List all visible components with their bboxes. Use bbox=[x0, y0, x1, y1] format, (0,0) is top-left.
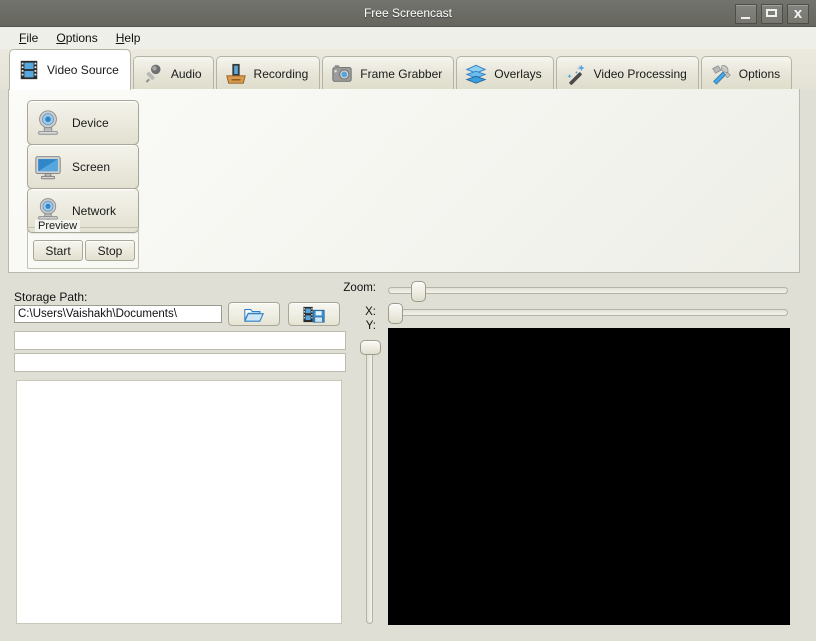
save-video-icon bbox=[303, 306, 325, 323]
tab-label: Options bbox=[738, 66, 781, 81]
storage-path-label: Storage Path: bbox=[14, 290, 88, 304]
close-icon: X bbox=[793, 7, 803, 21]
tab-label: Frame Grabber bbox=[360, 66, 443, 81]
hammer-wrench-icon bbox=[712, 64, 731, 85]
x-slider-thumb[interactable] bbox=[388, 303, 403, 324]
window-title: Free Screencast bbox=[363, 6, 453, 20]
tab-label: Overlays bbox=[494, 66, 542, 81]
video-source-panel: Device Screen Network Preview Start Stop bbox=[8, 89, 800, 273]
webcam-icon bbox=[38, 109, 58, 135]
y-label: Y: bbox=[365, 320, 376, 332]
menu-options-rest: ptions bbox=[65, 31, 98, 45]
menu-item-help[interactable]: Help bbox=[107, 29, 150, 47]
preview-group-legend: Preview bbox=[35, 220, 81, 232]
title-bar: Free Screencast X bbox=[0, 0, 816, 27]
zoom-slider[interactable] bbox=[388, 281, 788, 302]
zoom-label: Zoom: bbox=[343, 282, 376, 294]
browse-folder-button[interactable] bbox=[228, 302, 280, 326]
screen-source-button[interactable]: Screen bbox=[27, 144, 139, 189]
x-slider-track bbox=[388, 309, 788, 316]
zoom-slider-track bbox=[388, 287, 788, 294]
app-window: Free Screencast X File Options Help Vide… bbox=[0, 0, 816, 641]
tab-recording[interactable]: Recording bbox=[215, 56, 321, 90]
layers-icon bbox=[465, 64, 487, 84]
tab-overlays[interactable]: Overlays bbox=[456, 56, 554, 90]
close-button[interactable]: X bbox=[787, 4, 809, 24]
maximize-icon bbox=[766, 9, 777, 17]
tab-strip: Video Source Audio Recording Frame Grabb… bbox=[0, 49, 816, 90]
menu-options-mnemonic: O bbox=[56, 31, 66, 45]
menu-help-rest: elp bbox=[124, 31, 141, 45]
tab-video-source[interactable]: Video Source bbox=[9, 49, 131, 90]
microphone-icon bbox=[145, 64, 161, 83]
tab-video-processing[interactable]: Video Processing bbox=[555, 56, 699, 90]
video-preview-area[interactable] bbox=[388, 328, 790, 625]
monitor-icon bbox=[35, 155, 61, 179]
preview-group: Preview Start Stop bbox=[27, 220, 139, 269]
maximize-button[interactable] bbox=[761, 4, 783, 24]
film-in-tray-icon bbox=[225, 63, 246, 84]
preview-stop-button[interactable]: Stop bbox=[85, 240, 135, 261]
tab-label: Recording bbox=[253, 66, 309, 81]
preview-start-button[interactable]: Start bbox=[33, 240, 83, 261]
storage-extra-field-1[interactable] bbox=[14, 331, 346, 350]
camera-icon bbox=[332, 64, 352, 82]
menu-file-rest: ile bbox=[26, 31, 39, 45]
tab-label: Video Source bbox=[47, 63, 119, 77]
y-slider-track bbox=[366, 340, 373, 624]
tab-frame-grabber[interactable]: Frame Grabber bbox=[322, 56, 455, 90]
menu-item-options[interactable]: Options bbox=[47, 29, 106, 47]
source-button-label: Device bbox=[72, 115, 109, 130]
device-source-button[interactable]: Device bbox=[27, 100, 139, 145]
x-slider[interactable] bbox=[388, 303, 788, 324]
tab-audio[interactable]: Audio bbox=[132, 56, 214, 90]
y-slider-thumb[interactable] bbox=[360, 340, 381, 355]
minimize-button[interactable] bbox=[735, 4, 757, 24]
filmstrip-icon bbox=[20, 60, 38, 80]
window-controls: X bbox=[735, 4, 809, 24]
menu-bar: File Options Help bbox=[0, 27, 816, 49]
tab-options[interactable]: Options bbox=[700, 56, 793, 90]
storage-path-input[interactable] bbox=[14, 305, 222, 323]
tab-label: Audio bbox=[170, 66, 202, 81]
menu-item-file[interactable]: File bbox=[10, 29, 47, 47]
folder-open-icon bbox=[244, 308, 264, 322]
x-label: X: bbox=[365, 306, 376, 318]
minimize-icon bbox=[741, 17, 750, 19]
zoom-slider-thumb[interactable] bbox=[411, 281, 427, 302]
y-slider[interactable] bbox=[360, 340, 381, 624]
storage-extra-field-2[interactable] bbox=[14, 353, 346, 372]
tab-label: Video Processing bbox=[593, 66, 687, 81]
source-list[interactable] bbox=[16, 380, 342, 624]
magic-wand-icon bbox=[567, 64, 585, 85]
source-button-label: Screen bbox=[72, 159, 111, 174]
source-button-label: Network bbox=[72, 203, 117, 218]
